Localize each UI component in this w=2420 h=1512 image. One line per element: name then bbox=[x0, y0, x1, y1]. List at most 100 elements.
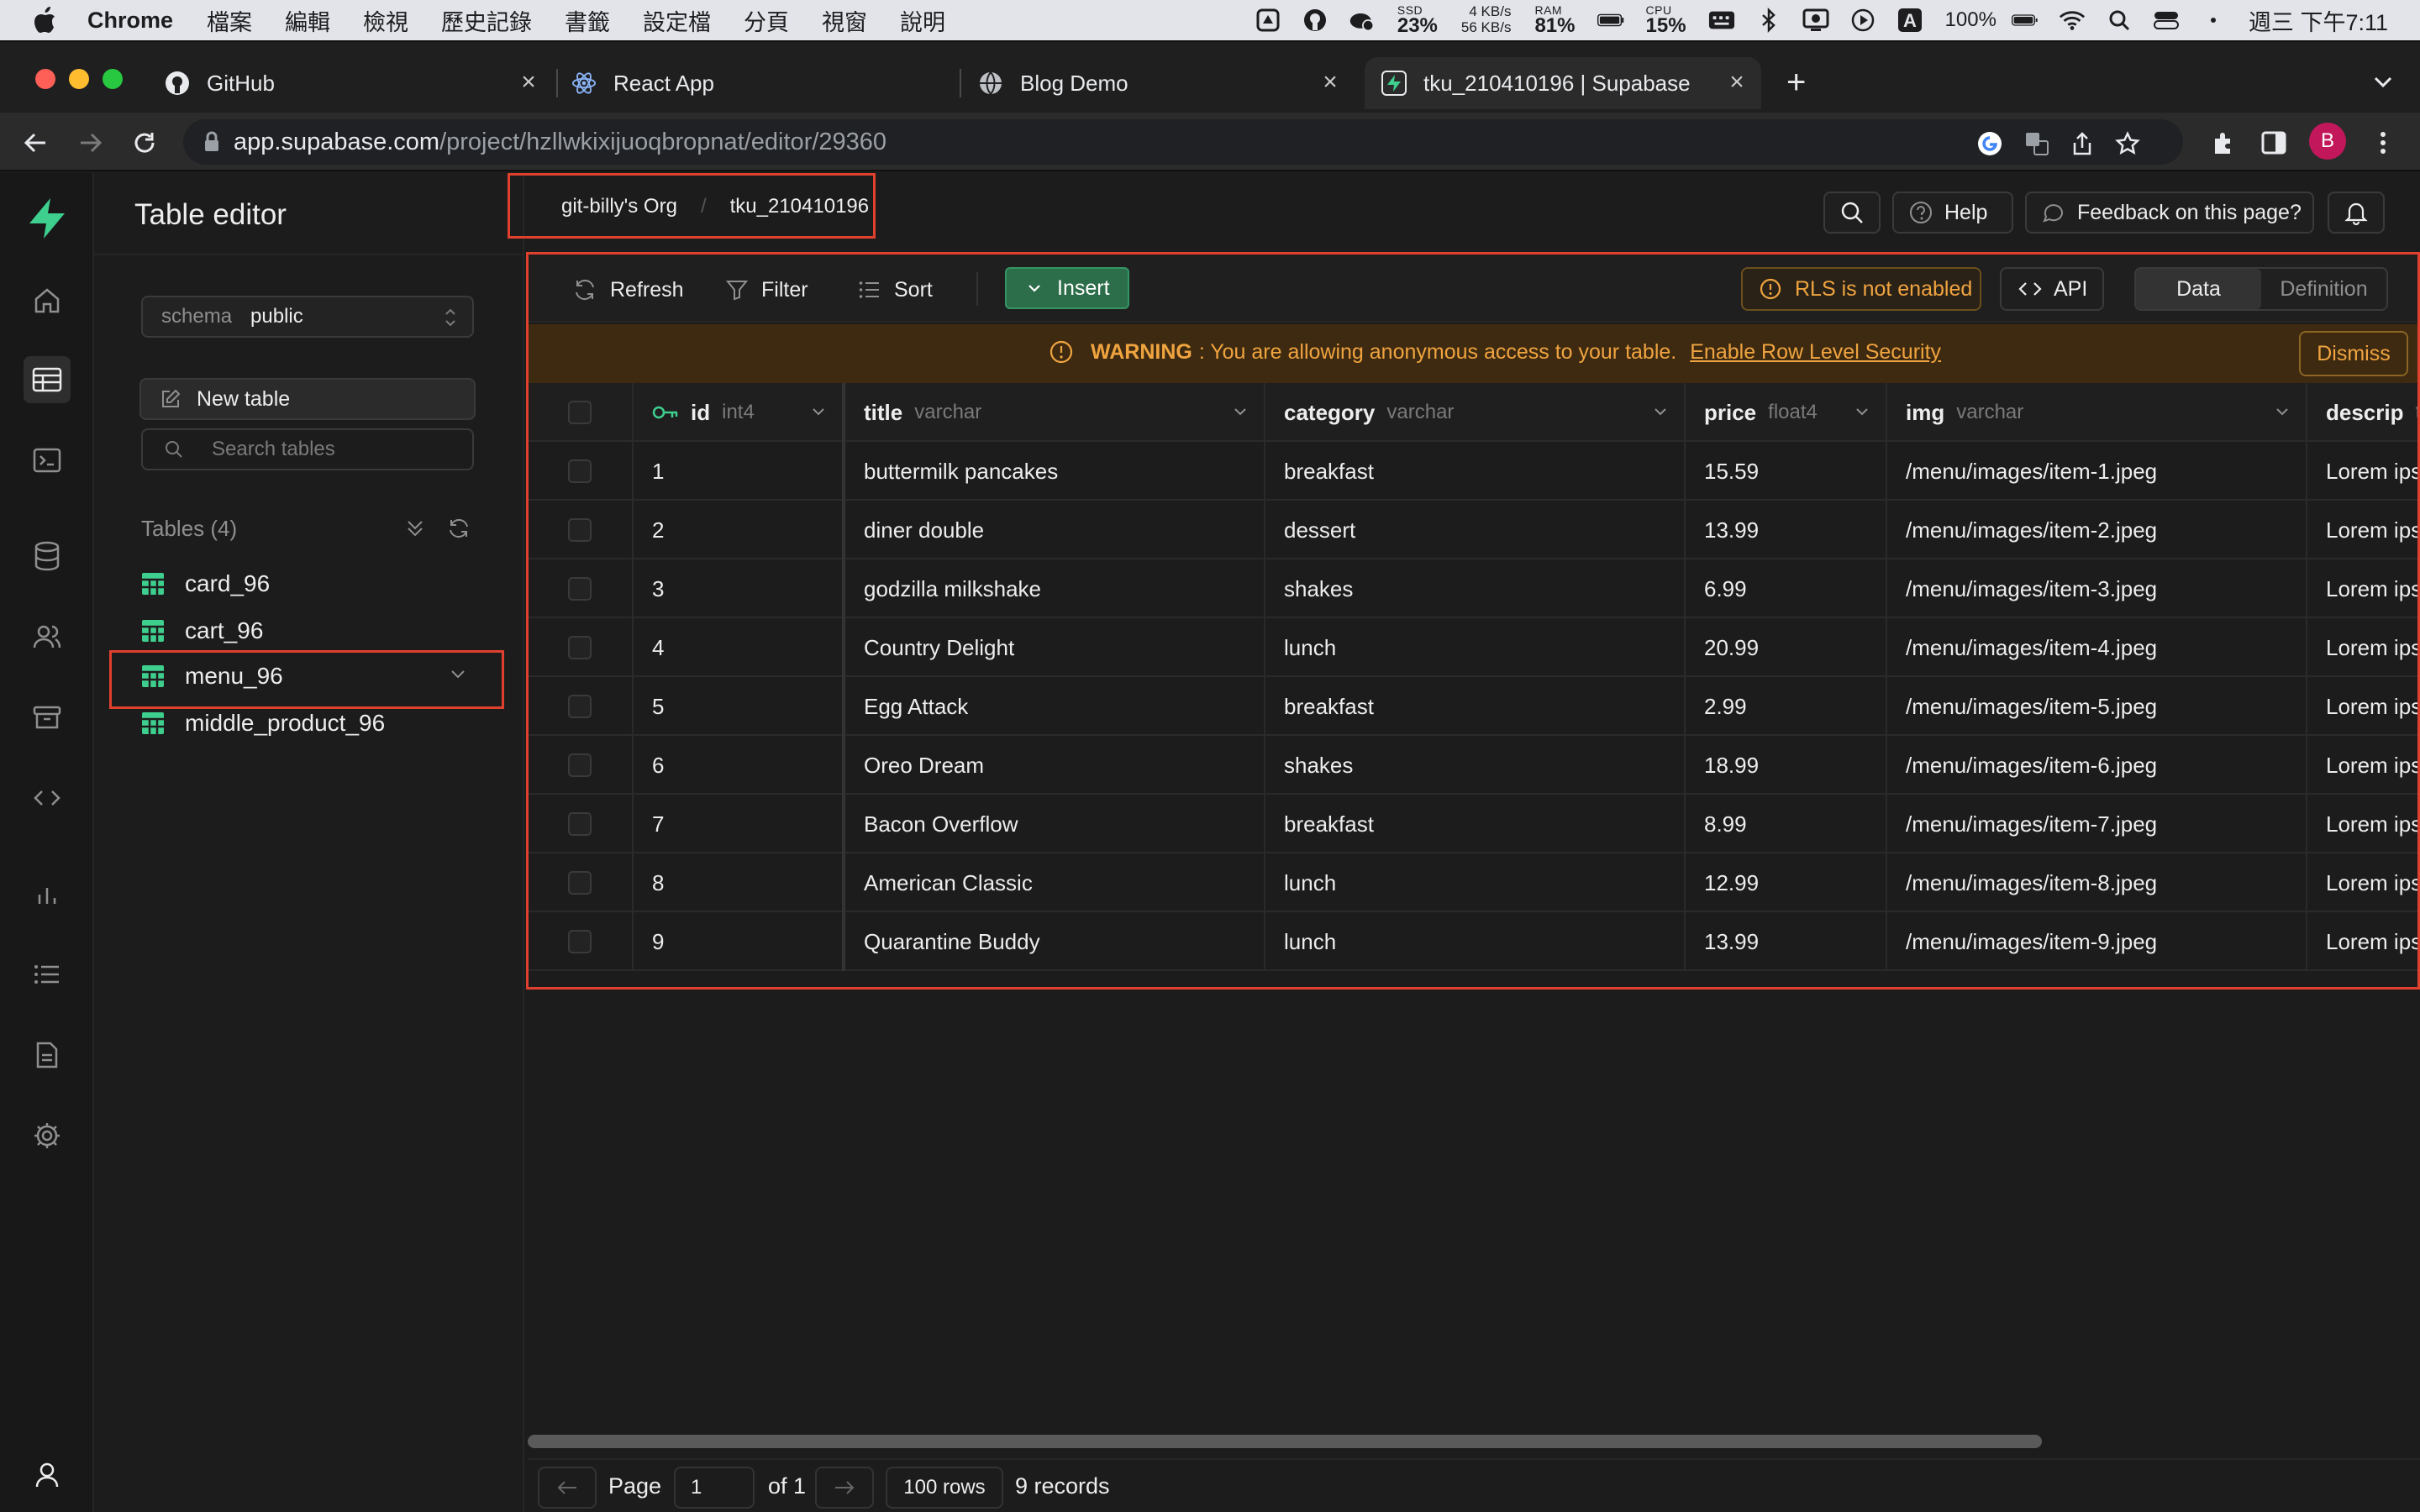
row-checkbox[interactable] bbox=[568, 459, 592, 483]
table-row[interactable]: 2 diner double dessert 13.99/menu/images/it… bbox=[528, 501, 2420, 559]
table-row[interactable]: 5 Egg Attack breakfast 2.99/menu/images/ite… bbox=[528, 677, 2420, 736]
row-checkbox[interactable] bbox=[568, 871, 592, 895]
tab-react-app[interactable]: React App bbox=[571, 57, 953, 109]
rls-status-button[interactable]: RLS is not enabled bbox=[1741, 267, 1981, 311]
cell-descrip[interactable]: Lorem ipsu bbox=[2307, 736, 2420, 795]
cell-id[interactable]: 5 bbox=[634, 677, 845, 736]
help-button[interactable]: Help bbox=[1892, 192, 2013, 234]
menu-window[interactable]: 視窗 bbox=[822, 4, 867, 37]
cell-title[interactable]: Country Delight bbox=[845, 618, 1265, 677]
column-header-descrip[interactable]: descrip tex bbox=[2307, 383, 2420, 442]
cell-price[interactable]: 20.99 bbox=[1686, 618, 1887, 677]
cell-price[interactable]: 12.99 bbox=[1686, 853, 1887, 912]
new-table-button[interactable]: New table bbox=[139, 378, 476, 420]
chevron-down-icon[interactable] bbox=[1854, 403, 1870, 420]
table-row[interactable]: 1 buttermilk pancakes breakfast 15.59/menu/… bbox=[528, 442, 2420, 501]
api-docs-icon[interactable] bbox=[24, 1032, 71, 1079]
play-icon[interactable] bbox=[1849, 8, 1876, 32]
app-name-menu[interactable]: Chrome bbox=[87, 8, 173, 34]
chevron-down-icon[interactable] bbox=[1232, 403, 1249, 420]
tab-supabase[interactable]: tku_210410196 | Supabase × bbox=[1365, 57, 1761, 109]
storage-icon[interactable] bbox=[24, 694, 71, 741]
home-icon[interactable] bbox=[24, 277, 71, 324]
row-checkbox[interactable] bbox=[568, 812, 592, 836]
logs-list-icon[interactable] bbox=[24, 951, 71, 998]
cell-category[interactable]: shakes bbox=[1265, 559, 1686, 618]
cell-img[interactable]: /menu/images/item-3.jpeg bbox=[1887, 559, 2307, 618]
search-button[interactable] bbox=[1823, 192, 1881, 234]
input-method-icon[interactable]: A bbox=[1897, 8, 1923, 32]
breadcrumb-project[interactable]: tku_210410196 bbox=[730, 195, 870, 218]
share-icon[interactable] bbox=[2069, 130, 2096, 157]
edge-functions-code-icon[interactable] bbox=[24, 774, 71, 822]
table-row[interactable]: 9 Quarantine Buddy lunch 13.99/menu/images/… bbox=[528, 912, 2420, 971]
database-icon[interactable] bbox=[24, 533, 71, 580]
window-minimize-button[interactable] bbox=[69, 69, 89, 89]
cloud-sync-icon[interactable] bbox=[1349, 8, 1376, 32]
cell-title[interactable]: Bacon Overflow bbox=[845, 795, 1265, 853]
authentication-users-icon[interactable] bbox=[24, 613, 71, 660]
cell-price[interactable]: 8.99 bbox=[1686, 795, 1887, 853]
chevron-down-icon[interactable] bbox=[1652, 403, 1669, 420]
menu-edit[interactable]: 編輯 bbox=[285, 4, 330, 37]
control-center-icon[interactable] bbox=[2153, 8, 2180, 32]
close-tab-icon[interactable]: × bbox=[1318, 70, 1343, 96]
horizontal-scrollbar[interactable] bbox=[528, 1435, 2042, 1448]
cell-id[interactable]: 9 bbox=[634, 912, 845, 971]
menu-tab[interactable]: 分頁 bbox=[744, 4, 789, 37]
chevron-down-icon[interactable] bbox=[2274, 403, 2291, 420]
chevron-down-icon[interactable] bbox=[810, 403, 827, 420]
cell-descrip[interactable]: Lorem ipsu bbox=[2307, 677, 2420, 736]
page-number-input[interactable]: 1 bbox=[674, 1467, 755, 1509]
sidebar-table-card-96[interactable]: card_96 bbox=[141, 561, 477, 606]
cell-id[interactable]: 3 bbox=[634, 559, 845, 618]
chrome-menu-icon[interactable] bbox=[2368, 128, 2398, 158]
supabase-logo-icon[interactable] bbox=[24, 195, 71, 242]
menu-history[interactable]: 歷史記錄 bbox=[441, 4, 532, 37]
cell-title[interactable]: Quarantine Buddy bbox=[845, 912, 1265, 971]
enable-rls-link[interactable]: Enable Row Level Security bbox=[1690, 340, 1941, 365]
cell-descrip[interactable]: Lorem ipsu bbox=[2307, 795, 2420, 853]
row-checkbox[interactable] bbox=[568, 636, 592, 659]
translate-icon[interactable] bbox=[2023, 130, 2050, 157]
table-row[interactable]: 6 Oreo Dream shakes 18.99/menu/images/item-… bbox=[528, 736, 2420, 795]
settings-gear-icon[interactable] bbox=[24, 1112, 71, 1159]
extensions-icon[interactable] bbox=[2208, 128, 2238, 158]
cell-price[interactable]: 13.99 bbox=[1686, 912, 1887, 971]
cell-title[interactable]: Egg Attack bbox=[845, 677, 1265, 736]
battery-icon[interactable] bbox=[2011, 8, 2039, 32]
feedback-button[interactable]: Feedback on this page? bbox=[2025, 192, 2314, 234]
refresh-button[interactable]: Refresh bbox=[573, 270, 684, 309]
refresh-tables-icon[interactable] bbox=[447, 517, 471, 539]
view-definition-tab[interactable]: Definition bbox=[2261, 269, 2386, 309]
tab-github[interactable]: GitHub × bbox=[165, 57, 553, 109]
cell-category[interactable]: dessert bbox=[1265, 501, 1686, 559]
wifi-icon[interactable] bbox=[2059, 8, 2086, 32]
close-tab-icon[interactable]: × bbox=[1724, 70, 1749, 96]
window-zoom-button[interactable] bbox=[103, 69, 123, 89]
menu-bookmarks[interactable]: 書籤 bbox=[565, 4, 610, 37]
cell-category[interactable]: breakfast bbox=[1265, 442, 1686, 501]
cell-img[interactable]: /menu/images/item-7.jpeg bbox=[1887, 795, 2307, 853]
tab-search-chevron-icon[interactable] bbox=[2373, 76, 2393, 89]
menubar-clock[interactable]: 週三 下午7:11 bbox=[2249, 4, 2388, 37]
table-row[interactable]: 4 Country Delight lunch 20.99/menu/images/i… bbox=[528, 618, 2420, 677]
capture-icon[interactable] bbox=[1255, 8, 1281, 32]
cell-descrip[interactable]: Lorem ipsu bbox=[2307, 618, 2420, 677]
row-checkbox[interactable] bbox=[568, 518, 592, 542]
apple-icon[interactable] bbox=[32, 6, 57, 34]
breadcrumb-org[interactable]: git-billy's Org bbox=[561, 195, 677, 218]
menu-profiles[interactable]: 設定檔 bbox=[643, 4, 711, 37]
lock-icon[interactable] bbox=[203, 131, 220, 153]
schema-selector[interactable]: schema public bbox=[141, 296, 474, 338]
cell-descrip[interactable]: Lorem ipsu bbox=[2307, 912, 2420, 971]
column-header-id[interactable]: id int4 bbox=[634, 383, 845, 442]
menu-view[interactable]: 檢視 bbox=[363, 4, 408, 37]
cell-price[interactable]: 15.59 bbox=[1686, 442, 1887, 501]
cell-img[interactable]: /menu/images/item-8.jpeg bbox=[1887, 853, 2307, 912]
close-tab-icon[interactable]: × bbox=[516, 70, 541, 96]
cell-category[interactable]: breakfast bbox=[1265, 795, 1686, 853]
column-header-title[interactable]: title varchar bbox=[845, 383, 1265, 442]
cell-descrip[interactable]: Lorem ipsu bbox=[2307, 442, 2420, 501]
previous-page-button[interactable] bbox=[538, 1467, 597, 1509]
